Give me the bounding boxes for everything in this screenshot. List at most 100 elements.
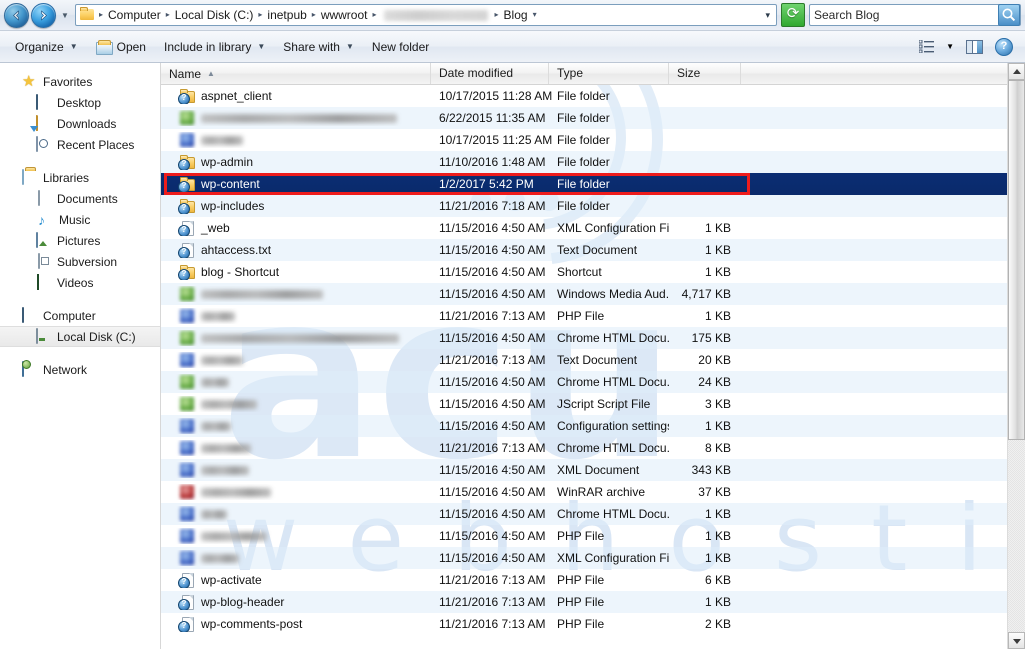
refresh-button[interactable] xyxy=(781,3,805,27)
cell-date-modified: 6/22/2015 11:35 AM xyxy=(439,111,546,125)
organize-button[interactable]: Organize ▼ xyxy=(6,34,87,60)
share-with-label: Share with xyxy=(283,39,340,54)
breadcrumb-separator[interactable]: ▸ xyxy=(371,6,379,24)
breadcrumb-item-blog[interactable]: Blog xyxy=(501,6,531,24)
table-row[interactable]: 11/21/2016 7:13 AM Chrome HTML Docu... 8 K… xyxy=(161,437,1008,459)
vertical-scrollbar[interactable] xyxy=(1007,63,1025,649)
new-folder-button[interactable]: New folder xyxy=(363,34,438,60)
scroll-down-button[interactable] xyxy=(1008,632,1025,649)
sidebar-item-desktop[interactable]: Desktop xyxy=(0,92,160,113)
table-row[interactable]: 11/15/2016 4:50 AM Chrome HTML Docu... 1 K… xyxy=(161,503,1008,525)
scroll-up-button[interactable] xyxy=(1008,63,1025,80)
cell-type: XML Configuration File xyxy=(557,221,669,235)
open-button[interactable]: Open xyxy=(87,34,155,60)
cell-name-redacted xyxy=(201,421,231,431)
column-header-name-label: Name xyxy=(169,67,202,81)
cell-date-modified: 11/15/2016 4:50 AM xyxy=(439,397,546,411)
column-header-size[interactable]: Size xyxy=(669,63,741,84)
table-row[interactable]: blog - Shortcut 11/15/2016 4:50 AM Shortcu… xyxy=(161,261,1008,283)
cell-name xyxy=(161,110,431,126)
cell-date-modified: 11/15/2016 4:50 AM xyxy=(439,221,546,235)
table-row[interactable]: 11/21/2016 7:13 AM PHP File 1 KB xyxy=(161,305,1008,327)
share-with-button[interactable]: Share with ▼ xyxy=(274,34,363,60)
search-input[interactable] xyxy=(810,5,998,25)
file-icon xyxy=(179,396,195,412)
cell-type: PHP File xyxy=(557,595,605,609)
breadcrumb-separator[interactable]: ▸ xyxy=(493,6,501,24)
table-row[interactable]: 11/15/2016 4:50 AM Windows Media Aud... 4,… xyxy=(161,283,1008,305)
cell-date-modified: 11/15/2016 4:50 AM xyxy=(439,287,546,301)
help-button[interactable] xyxy=(989,34,1019,60)
breadcrumb-separator[interactable]: ▸ xyxy=(310,6,318,24)
table-row[interactable]: wp-comments-post 11/21/2016 7:13 AM PHP Fi… xyxy=(161,613,1008,635)
address-dropdown-icon[interactable]: ▾ xyxy=(759,10,776,21)
table-row[interactable]: ahtaccess.txt 11/15/2016 4:50 AM Text Docu… xyxy=(161,239,1008,261)
folder-icon xyxy=(178,176,195,192)
table-row[interactable]: 11/15/2016 4:50 AM XML Document 343 KB xyxy=(161,459,1008,481)
cell-date-modified: 11/21/2016 7:13 AM xyxy=(439,573,546,587)
cell-type: PHP File xyxy=(557,617,605,631)
cell-name-redacted xyxy=(201,311,235,321)
preview-pane-button[interactable] xyxy=(960,34,989,60)
sidebar-item-music[interactable]: ♪ Music xyxy=(0,209,160,230)
table-row[interactable]: 11/15/2016 4:50 AM WinRAR archive 37 KB xyxy=(161,481,1008,503)
breadcrumb-separator[interactable]: ▸ xyxy=(97,6,105,24)
table-row[interactable]: 11/15/2016 4:50 AM Chrome HTML Docu... 175… xyxy=(161,327,1008,349)
table-row[interactable]: wp-includes 11/21/2016 7:18 AM File folder xyxy=(161,195,1008,217)
table-row[interactable]: 11/15/2016 4:50 AM JScript Script File 3 K… xyxy=(161,393,1008,415)
sidebar-group-computer[interactable]: Computer xyxy=(0,305,160,326)
column-header-filler[interactable] xyxy=(741,63,1025,84)
sidebar-item-subversion[interactable]: Subversion xyxy=(0,251,160,272)
column-header-name[interactable]: Name ▲ xyxy=(161,63,431,84)
sidebar-label-network: Network xyxy=(43,362,88,377)
column-header-date-modified[interactable]: Date modified xyxy=(431,63,549,84)
breadcrumb-item-computer[interactable]: Computer xyxy=(105,6,164,24)
breadcrumb-separator[interactable]: ▸ xyxy=(256,6,264,24)
include-in-library-button[interactable]: Include in library ▼ xyxy=(155,34,274,60)
table-row[interactable]: 6/22/2015 11:35 AM File folder xyxy=(161,107,1008,129)
folder-icon xyxy=(179,132,195,148)
search-box[interactable] xyxy=(809,4,1021,26)
table-row[interactable]: 11/15/2016 4:50 AM XML Configuration File… xyxy=(161,547,1008,569)
table-row[interactable]: 11/15/2016 4:50 AM Configuration settings… xyxy=(161,415,1008,437)
breadcrumb-item-inetpub[interactable]: inetpub xyxy=(264,6,309,24)
sidebar-item-videos[interactable]: Videos xyxy=(0,272,160,293)
table-row[interactable]: aspnet_client 10/17/2015 11:28 AM File fol… xyxy=(161,85,1008,107)
cell-type: Configuration settings xyxy=(557,419,669,433)
breadcrumb-bar[interactable]: ▸ Computer ▸ Local Disk (C:) ▸ inetpub ▸… xyxy=(75,4,777,26)
back-button[interactable] xyxy=(4,2,29,28)
redacted-icon xyxy=(180,133,194,147)
forward-button[interactable] xyxy=(31,2,56,28)
table-row[interactable]: wp-content 1/2/2017 5:42 PM File folder xyxy=(161,173,1008,195)
sidebar-group-network[interactable]: Network xyxy=(0,359,160,380)
table-row[interactable]: 11/21/2016 7:13 AM Text Document 20 KB xyxy=(161,349,1008,371)
view-options-dropdown[interactable]: ▼ xyxy=(940,34,960,60)
change-view-button[interactable] xyxy=(913,34,940,60)
table-row[interactable]: _web 11/15/2016 4:50 AM XML Configuration … xyxy=(161,217,1008,239)
sidebar-group-libraries[interactable]: Libraries xyxy=(0,167,160,188)
breadcrumb-separator[interactable]: ▸ xyxy=(164,6,172,24)
table-row[interactable]: wp-activate 11/21/2016 7:13 AM PHP File 6 K… xyxy=(161,569,1008,591)
sidebar-item-pictures[interactable]: Pictures xyxy=(0,230,160,251)
sidebar-group-favorites[interactable]: ★ Favorites xyxy=(0,71,160,92)
table-row[interactable]: 11/15/2016 4:50 AM Chrome HTML Docu... 24 … xyxy=(161,371,1008,393)
sidebar-item-local-disk-c[interactable]: Local Disk (C:) xyxy=(0,326,160,347)
sidebar-item-recent-places[interactable]: Recent Places xyxy=(0,134,160,155)
breadcrumb-separator[interactable]: ▾ xyxy=(531,6,539,24)
recent-pages-dropdown[interactable]: ▼ xyxy=(58,5,72,25)
breadcrumb-item-local-disk[interactable]: Local Disk (C:) xyxy=(172,6,257,24)
breadcrumb-item-wwwroot[interactable]: wwwroot xyxy=(318,6,371,24)
cell-size: 1 KB xyxy=(704,529,731,543)
table-row[interactable]: 10/17/2015 11:25 AM File folder xyxy=(161,129,1008,151)
column-header-type[interactable]: Type xyxy=(549,63,669,84)
breadcrumb-item-redacted[interactable] xyxy=(383,9,488,21)
sidebar-item-documents[interactable]: Documents xyxy=(0,188,160,209)
table-row[interactable]: wp-blog-header 11/21/2016 7:13 AM PHP File… xyxy=(161,591,1008,613)
search-icon[interactable] xyxy=(998,4,1020,26)
table-row[interactable]: 11/15/2016 4:50 AM PHP File 1 KB xyxy=(161,525,1008,547)
table-row[interactable]: wp-admin 11/10/2016 1:48 AM File folder xyxy=(161,151,1008,173)
chevron-down-icon: ▼ xyxy=(345,42,354,51)
file-icon xyxy=(179,352,195,368)
sidebar-item-downloads[interactable]: Downloads xyxy=(0,113,160,134)
scrollbar-thumb[interactable] xyxy=(1008,80,1025,440)
